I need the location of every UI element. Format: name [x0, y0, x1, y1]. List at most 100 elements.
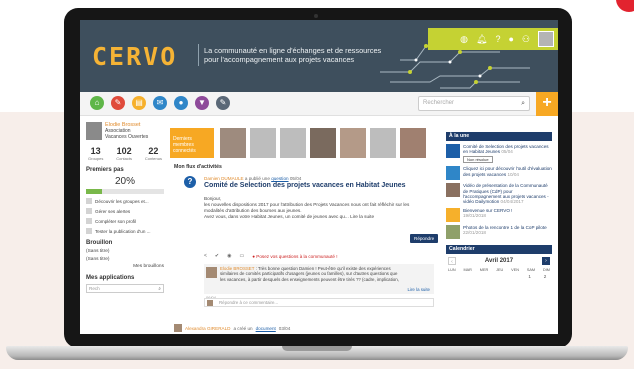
help-icon[interactable]: ?	[495, 34, 500, 44]
weekday: MAR	[463, 267, 472, 272]
search-placeholder: Rechercher	[423, 100, 455, 106]
chat-icon[interactable]: ●	[174, 96, 188, 110]
step-label: Compléter son profil	[95, 218, 137, 224]
step-item[interactable]: Gérer ses alertes	[86, 208, 164, 214]
user-icon[interactable]: ●	[508, 34, 513, 44]
share-icon[interactable]: <	[204, 253, 207, 259]
edit-icon[interactable]: ✎	[216, 96, 230, 110]
my-drafts-link[interactable]: Mes brouillons	[86, 264, 164, 269]
mail-icon[interactable]: ✉	[153, 96, 167, 110]
user-toolbar: ◍ 🔔︎ ? ● ⚇	[428, 28, 558, 50]
stat-value: 13	[90, 146, 101, 156]
comment-text: les vacances, à partir desquels des ense…	[220, 276, 399, 282]
stat-value: 22	[148, 146, 159, 156]
news-text[interactable]: Photos de la rencontre 1 de la CoP pilot…	[463, 225, 547, 230]
tools-icon[interactable]: ✎	[111, 96, 125, 110]
search-icon[interactable]: ⌕	[158, 285, 161, 292]
news-item[interactable]: Photos de la rencontre 1 de la CoP pilot…	[446, 224, 552, 239]
post-date: 05/04	[289, 176, 302, 181]
member-avatar[interactable]	[280, 128, 306, 158]
post-action: a publié une	[244, 176, 270, 181]
comment-author[interactable]: Elodie BROSSET	[220, 266, 254, 271]
comment: Elodie BROSSET : Très bonne question Dam…	[204, 264, 434, 294]
post-title[interactable]: Comité de Selection des projets vacances…	[204, 182, 406, 189]
checkbox[interactable]	[86, 218, 92, 224]
header-divider	[198, 44, 199, 66]
globe-icon[interactable]: ◍	[460, 34, 468, 44]
news-thumbnail	[446, 166, 460, 181]
member-avatar[interactable]	[310, 128, 336, 158]
stat-groups[interactable]: 13 Groupes	[88, 146, 103, 161]
read-more-link[interactable]: Lire la suite	[408, 287, 430, 292]
ask-community-link[interactable]: ● Posez vos questions à la communauté !	[252, 254, 337, 259]
document-icon[interactable]: ▤	[132, 96, 146, 110]
avatar[interactable]	[86, 122, 102, 140]
reply-input[interactable]: Répondre à ce commentaire...	[204, 298, 434, 307]
member-avatar[interactable]	[340, 128, 366, 158]
post-body-line: Avez vous, dans votre Habitat Jeunes, un…	[204, 214, 375, 219]
next-month-button[interactable]: ›	[541, 256, 550, 265]
news-item[interactable]: Bienvenue sur CERVO ! 19/01/2018	[446, 207, 552, 222]
activity-post-2: Alexandra GIRERALD a créé un document 03…	[174, 324, 290, 332]
respond-button[interactable]: Répondre	[410, 234, 439, 243]
tagline-line-2: pour l'accompagnement aux projets vacanc…	[204, 55, 355, 64]
news-date: 22/01/2018	[463, 230, 486, 236]
draft-item[interactable]: (Sans titre)	[86, 257, 164, 262]
progress-fill	[86, 189, 102, 194]
calendar-day	[448, 274, 458, 279]
draft-item[interactable]: (Sans titre)	[86, 249, 164, 254]
member-avatar[interactable]	[250, 128, 276, 158]
stat-contents[interactable]: 22 Contenus	[145, 146, 162, 161]
stat-contacts[interactable]: 102 Contacts	[116, 146, 132, 161]
stat-value: 102	[116, 146, 132, 156]
view-icon[interactable]: ◉	[227, 253, 231, 259]
group-icon[interactable]: ⚇	[522, 34, 530, 44]
news-text[interactable]: Bienvenue sur CERVO !	[463, 208, 512, 213]
stat-label: Contacts	[116, 156, 132, 161]
step-item[interactable]: Tester la publication d'un ...	[86, 228, 164, 234]
calendar-day[interactable]: 1	[525, 274, 535, 279]
checkbox[interactable]	[86, 208, 92, 214]
news-title: À la une	[446, 132, 552, 141]
post-type-link[interactable]: document	[256, 326, 276, 331]
apps-search-placeholder: Rech	[89, 286, 100, 291]
comment-icon[interactable]: ▭	[240, 253, 245, 259]
weekday: DIM	[542, 267, 550, 272]
checkbox[interactable]	[86, 198, 92, 204]
post-body: Bonjour, les nouvelles dispositions 2017…	[204, 196, 434, 220]
site-logo[interactable]: CERVO	[92, 42, 177, 71]
search-icon[interactable]: ⌕	[521, 97, 525, 110]
member-avatar[interactable]	[220, 128, 246, 158]
comment-text: : Très bonne question Damien ! Peut-être…	[255, 266, 391, 271]
member-avatar[interactable]	[370, 128, 396, 158]
filter-icon[interactable]: ▼	[195, 96, 209, 110]
member-avatar[interactable]	[400, 128, 426, 158]
apps-search-input[interactable]: Rech ⌕	[86, 284, 164, 293]
profile-card: Elodie Brosset Association Vacances Ouve…	[86, 122, 164, 140]
calendar-day[interactable]: 2	[540, 274, 550, 279]
bell-icon[interactable]: 🔔︎	[476, 34, 487, 44]
like-icon[interactable]: ✔	[215, 253, 219, 259]
weekday: LUN	[448, 267, 456, 272]
post-author[interactable]: Alexandra GIRERALD	[185, 326, 230, 331]
user-avatar[interactable]	[538, 31, 554, 47]
post-author[interactable]: Damien DUMAULE	[204, 176, 244, 181]
news-thumbnail	[446, 183, 460, 198]
add-content-button[interactable]: +	[536, 92, 558, 116]
step-item[interactable]: Compléter son profil	[86, 218, 164, 224]
feed-title: Mon flux d'activités	[174, 164, 222, 170]
home-icon[interactable]: ⌂	[90, 96, 104, 110]
weekday: MER	[479, 267, 489, 272]
step-item[interactable]: Découvrir les groupes et...	[86, 198, 164, 204]
post-type-link[interactable]: question	[271, 176, 288, 181]
news-item[interactable]: Comité de Selection des projets vacances…	[446, 144, 552, 164]
avatar[interactable]	[174, 324, 182, 332]
site-header: CERVO La communauté en ligne d'échanges …	[80, 20, 558, 92]
comment-avatar[interactable]	[206, 267, 217, 278]
prev-month-button[interactable]: ‹	[448, 256, 456, 265]
checkbox[interactable]	[86, 228, 92, 234]
search-input[interactable]: Rechercher ⌕	[418, 96, 530, 111]
weekday: VEN	[511, 267, 519, 272]
news-item[interactable]: Cliquez ici pour découvrir l'outil d'éva…	[446, 166, 552, 181]
news-item[interactable]: Vidéo de présentation de la Communauté d…	[446, 183, 552, 205]
